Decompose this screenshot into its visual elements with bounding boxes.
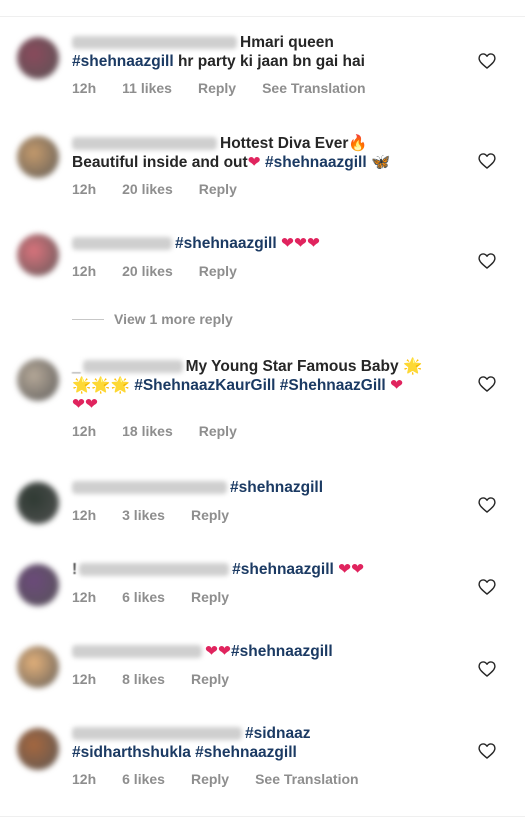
comment-time: 12h	[72, 181, 97, 197]
username-redacted[interactable]	[72, 481, 227, 495]
likes-count[interactable]: 6 likes	[122, 771, 165, 787]
heart-emoji: ❤❤	[72, 395, 98, 414]
comment-meta: 12h 6 likes Reply See Translation	[72, 771, 385, 787]
see-translation-link[interactable]: See Translation	[255, 771, 358, 787]
avatar[interactable]	[17, 646, 59, 688]
reply-button[interactable]: Reply	[191, 507, 229, 523]
likes-count[interactable]: 8 likes	[122, 671, 165, 687]
comment-meta: 12h 20 likes Reply	[72, 181, 263, 197]
comment-meta: 12h 8 likes Reply	[72, 671, 255, 687]
comment-text: Beautiful inside and out	[72, 154, 248, 171]
hashtag-link[interactable]: #shehnaazgill	[232, 561, 334, 578]
comment-body: _ My Young Star Famous Baby 🌟 🌟🌟🌟 #Shehnaa…	[72, 357, 452, 414]
like-heart-icon[interactable]	[477, 251, 497, 271]
comment-body: ❤❤#shehnaazgill	[72, 642, 452, 661]
reply-button[interactable]: Reply	[191, 589, 229, 605]
reply-button[interactable]: Reply	[199, 181, 237, 197]
bottom-divider	[0, 816, 525, 817]
reply-button[interactable]: Reply	[191, 671, 229, 687]
reply-button[interactable]: Reply	[191, 771, 229, 787]
top-divider	[0, 16, 525, 17]
comment-time: 12h	[72, 80, 97, 96]
comment-meta: 12h 11 likes Reply See Translation	[72, 80, 392, 96]
like-heart-icon[interactable]	[477, 741, 497, 761]
heart-emoji: ❤❤	[338, 560, 365, 578]
avatar[interactable]	[17, 564, 59, 606]
comment-body: Hottest Diva Ever🔥 Beautiful inside and o…	[72, 134, 452, 172]
hashtag-link[interactable]: #ShehnaazKaurGill #ShehnaazGill	[134, 377, 386, 394]
view-more-label: View 1 more reply	[114, 311, 233, 327]
fire-emoji: 🔥	[348, 134, 368, 152]
comment-time: 12h	[72, 507, 97, 523]
hashtag-link[interactable]: #shehnaazgill	[175, 235, 277, 252]
comment-time: 12h	[72, 771, 97, 787]
avatar[interactable]	[17, 234, 59, 276]
reply-button[interactable]: Reply	[198, 80, 236, 96]
comment-body: #shehnaazgill ❤❤❤	[72, 234, 452, 253]
likes-count[interactable]: 18 likes	[122, 423, 173, 439]
likes-count[interactable]: 20 likes	[122, 181, 173, 197]
heart-emoji: ❤❤	[205, 642, 231, 660]
comment-text: My Young Star Famous Baby	[185, 358, 403, 375]
reply-button[interactable]: Reply	[199, 263, 237, 279]
username-prefix: _	[72, 358, 81, 376]
like-heart-icon[interactable]	[477, 374, 497, 394]
comment-body: #shehnazgill	[72, 478, 452, 497]
heart-emoji: ❤	[247, 153, 261, 171]
hashtag-link[interactable]: #shehnazgill	[230, 479, 323, 496]
star-emoji: 🌟	[402, 357, 423, 375]
username-redacted[interactable]	[72, 645, 202, 659]
comment-time: 12h	[72, 263, 97, 279]
star-emoji: 🌟🌟🌟	[72, 376, 130, 395]
comment-body: ! #shehnaazgill ❤❤	[72, 560, 452, 579]
comment-body: #sidnaaz #sidharthshukla #shehnaazgill	[72, 724, 452, 762]
hashtag-link[interactable]: #sidharthshukla #shehnaazgill	[72, 744, 297, 761]
heart-emoji: ❤	[390, 376, 404, 395]
avatar[interactable]	[17, 136, 59, 178]
view-more-replies[interactable]: View 1 more reply	[72, 311, 233, 327]
hashtag-link[interactable]: #sidnaaz	[245, 725, 310, 742]
username-redacted[interactable]	[79, 563, 230, 577]
comment-time: 12h	[72, 423, 97, 439]
comment-time: 12h	[72, 589, 97, 605]
likes-count[interactable]: 6 likes	[122, 589, 165, 605]
username-redacted[interactable]	[72, 137, 217, 151]
comment-text: hr party ki jaan bn gai hai	[173, 53, 365, 70]
replies-dash	[72, 318, 104, 320]
avatar[interactable]	[17, 37, 59, 79]
avatar[interactable]	[17, 359, 59, 401]
comment-meta: 12h 18 likes Reply	[72, 423, 263, 439]
fly-emoji: 🦋	[370, 153, 391, 171]
username-redacted[interactable]	[72, 237, 172, 251]
likes-count[interactable]: 3 likes	[122, 507, 165, 523]
like-heart-icon[interactable]	[477, 659, 497, 679]
like-heart-icon[interactable]	[477, 495, 497, 515]
avatar[interactable]	[17, 728, 59, 770]
heart-emoji: ❤❤❤	[280, 234, 320, 252]
see-translation-link[interactable]: See Translation	[262, 80, 365, 96]
like-heart-icon[interactable]	[477, 151, 497, 171]
username-redacted[interactable]	[72, 36, 237, 50]
hashtag-link[interactable]: #shehnaazgill	[265, 154, 367, 171]
hashtag-link[interactable]: #shehnaazgill	[72, 53, 174, 70]
reply-button[interactable]: Reply	[199, 423, 237, 439]
comment-time: 12h	[72, 671, 97, 687]
avatar[interactable]	[17, 482, 59, 524]
like-heart-icon[interactable]	[477, 577, 497, 597]
like-heart-icon[interactable]	[477, 51, 497, 71]
comment-text: Hmari queen	[240, 34, 334, 51]
comment-meta: 12h 3 likes Reply	[72, 507, 255, 523]
username-redacted[interactable]	[72, 727, 242, 741]
comment-text: Hottest Diva Ever	[220, 135, 349, 152]
likes-count[interactable]: 11 likes	[122, 80, 172, 96]
comment-meta: 12h 20 likes Reply	[72, 263, 263, 279]
username-redacted[interactable]	[82, 360, 183, 374]
likes-count[interactable]: 20 likes	[122, 263, 173, 279]
username-prefix: !	[72, 561, 78, 579]
hashtag-link[interactable]: #shehnaazgill	[231, 643, 333, 660]
comment-meta: 12h 6 likes Reply	[72, 589, 255, 605]
comment-body: Hmari queen #shehnaazgill hr party ki jaa…	[72, 33, 452, 71]
